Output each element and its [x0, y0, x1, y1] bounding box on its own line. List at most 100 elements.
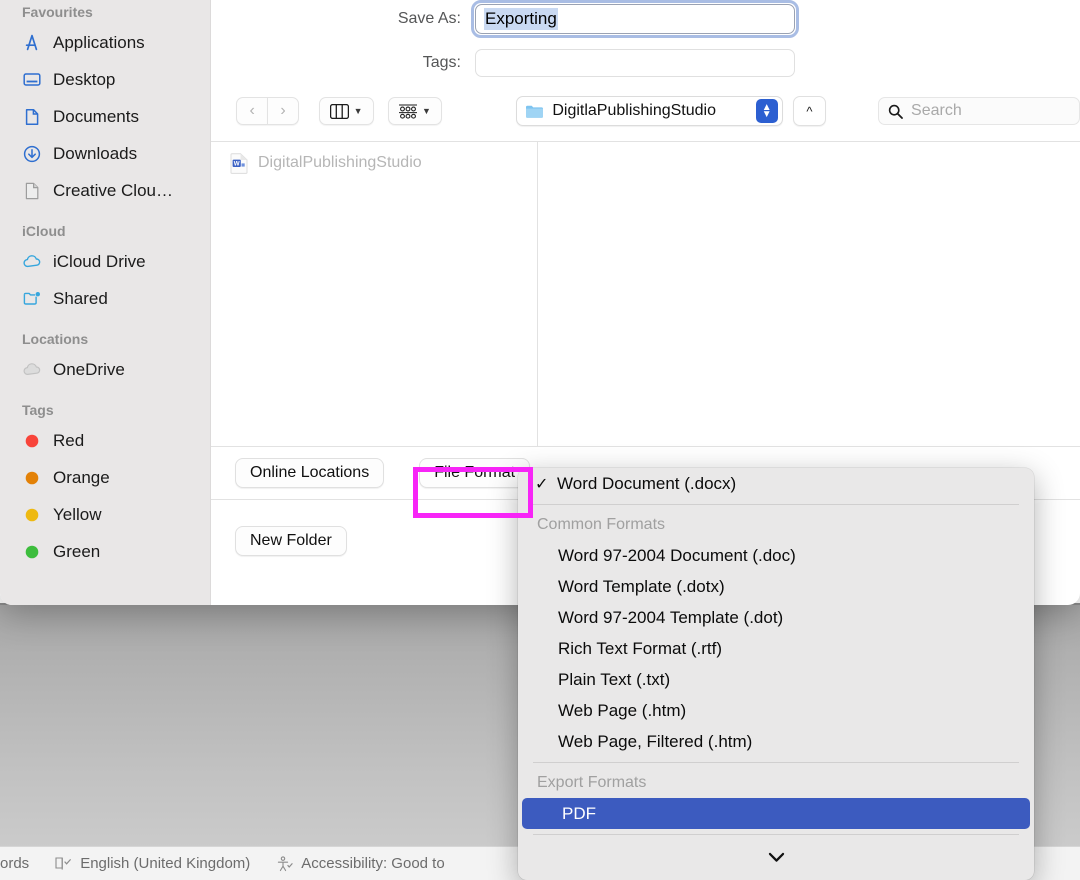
sidebar-item-icloud-drive[interactable]: iCloud Drive — [0, 243, 211, 280]
sidebar-item-shared[interactable]: Shared — [0, 280, 211, 317]
folder-icon — [525, 103, 544, 119]
sidebar-item-green[interactable]: Green — [0, 533, 211, 570]
sidebar-item-applications[interactable]: Applications — [0, 24, 211, 61]
menu-item-label: Web Page (.htm) — [558, 700, 687, 720]
menu-item-plain-text-txt[interactable]: Plain Text (.txt) — [518, 664, 1034, 695]
accessibility-label: Accessibility: Good to — [301, 855, 445, 872]
path-name: DigitlaPublishingStudio — [552, 102, 716, 119]
sidebar-section-locations: Locations — [22, 331, 89, 347]
language-label: English (United Kingdom) — [80, 855, 251, 872]
sidebar-item-label: Yellow — [53, 504, 102, 524]
menu-item-label: Word Document (.docx) — [557, 473, 737, 493]
save-as-value: Exporting — [484, 8, 558, 30]
tag-dot-icon — [22, 505, 42, 525]
sidebar-item-downloads[interactable]: Downloads — [0, 135, 211, 172]
menu-item-label: Web Page, Filtered (.htm) — [558, 731, 753, 751]
file-icon — [22, 181, 42, 201]
sidebar-item-onedrive[interactable]: OneDrive — [0, 351, 211, 388]
menu-group-header: Export Formats — [537, 774, 647, 791]
desktop-icon — [22, 70, 42, 90]
sidebar-item-orange[interactable]: Orange — [0, 459, 211, 496]
tags-row: Tags: — [210, 44, 1080, 82]
sidebar-item-label: Green — [53, 541, 101, 561]
chevron-up-icon: ^ — [806, 103, 813, 119]
status-accessibility[interactable]: Accessibility: Good to — [263, 855, 457, 872]
word-document-icon: W — [230, 152, 248, 174]
sidebar-item-red[interactable]: Red — [0, 422, 211, 459]
path-popup-button[interactable]: DigitlaPublishingStudio ▲ ▼ — [516, 96, 783, 126]
sidebar: Favourites Applications Desktop Documents Do… — [0, 0, 211, 605]
tag-dot-icon — [22, 431, 42, 451]
group-by-button[interactable]: ▼ — [387, 97, 443, 125]
save-as-label: Save As: — [397, 10, 461, 27]
back-button[interactable]: ‹ — [236, 97, 268, 125]
browser-column-2[interactable] — [538, 142, 1080, 446]
dialog-fields: Save As: Exporting Tags: — [210, 0, 1080, 80]
word-count-label: ords — [0, 855, 30, 872]
downloads-icon — [22, 144, 42, 164]
collapse-button[interactable]: ^ — [792, 96, 827, 126]
documents-icon — [22, 107, 42, 127]
sidebar-section-icloud: iCloud — [22, 223, 66, 239]
file-format-button[interactable]: File Format — [419, 458, 531, 488]
sidebar-item-creative-clou[interactable]: Creative Clou… — [0, 172, 211, 209]
applications-icon — [22, 33, 42, 53]
sidebar-item-label: Shared — [53, 288, 108, 308]
sidebar-item-label: Applications — [53, 32, 145, 52]
menu-item-word-97-2004-document-doc[interactable]: Word 97-2004 Document (.doc) — [518, 540, 1034, 571]
menu-separator — [533, 762, 1019, 763]
tags-input[interactable] — [475, 49, 795, 77]
tag-dot-icon — [22, 468, 42, 488]
menu-separator — [533, 834, 1019, 835]
menu-scroll-down-arrow[interactable] — [518, 840, 1034, 874]
new-folder-button[interactable]: New Folder — [235, 525, 347, 556]
checkmark-icon: ✓ — [535, 475, 549, 493]
save-as-input-wrap: Exporting — [471, 0, 799, 38]
list-item[interactable]: W DigitalPublishingStudio — [210, 148, 537, 178]
menu-item-label: Plain Text (.txt) — [558, 669, 671, 689]
browser-column-1[interactable]: W DigitalPublishingStudio — [210, 142, 538, 446]
menu-item-word-97-2004-template-dot[interactable]: Word 97-2004 Template (.dot) — [518, 602, 1034, 633]
search-icon — [888, 104, 903, 119]
file-name: DigitalPublishingStudio — [258, 154, 422, 171]
sidebar-item-yellow[interactable]: Yellow — [0, 496, 211, 533]
status-word-count[interactable]: ords — [0, 855, 42, 872]
forward-button[interactable]: › — [267, 97, 299, 125]
sidebar-item-label: Creative Clou… — [53, 180, 173, 200]
view-mode-button[interactable]: ▼ — [318, 97, 374, 125]
search-placeholder: Search — [911, 102, 962, 119]
menu-item-label: Word 97-2004 Document (.doc) — [558, 545, 796, 565]
menu-item-rich-text-format-rtf[interactable]: Rich Text Format (.rtf) — [518, 633, 1034, 664]
menu-item-word-document-docx[interactable]: ✓ Word Document (.docx) — [518, 468, 1034, 499]
menu-item-web-page-htm[interactable]: Web Page (.htm) — [518, 695, 1034, 726]
sidebar-item-label: Desktop — [53, 69, 116, 89]
dialog-toolbar: ‹ › ▼ ▼ DigitlaPublishingStudio ▲ ▼ ^ Se… — [210, 82, 1080, 140]
menu-item-word-template-dotx[interactable]: Word Template (.dotx) — [518, 571, 1034, 602]
status-language[interactable]: English (United Kingdom) — [42, 855, 263, 872]
menu-item-web-page-filtered-htm[interactable]: Web Page, Filtered (.htm) — [518, 726, 1034, 757]
save-as-row: Save As: Exporting — [210, 0, 1080, 38]
menu-item-pdf[interactable]: PDF — [522, 798, 1030, 829]
sidebar-section-tags: Tags — [22, 402, 54, 418]
sidebar-item-documents[interactable]: Documents — [0, 98, 211, 135]
online-locations-button[interactable]: Online Locations — [235, 458, 385, 488]
menu-group-header: Common Formats — [537, 516, 666, 533]
chevron-down-icon: ▼ — [353, 106, 363, 116]
sidebar-item-label: Documents — [53, 106, 139, 126]
sidebar-item-label: Downloads — [53, 143, 138, 163]
menu-item-label: Word 97-2004 Template (.dot) — [558, 607, 784, 627]
search-input[interactable]: Search — [878, 97, 1080, 125]
menu-separator — [533, 504, 1019, 505]
column-view-icon — [329, 103, 349, 119]
menu-item-label: Word Template (.dotx) — [558, 576, 725, 596]
path-stepper-icon[interactable]: ▲ ▼ — [755, 99, 778, 123]
chevron-right-icon: › — [280, 102, 286, 119]
menu-item-label: Rich Text Format (.rtf) — [558, 638, 723, 658]
sidebar-item-desktop[interactable]: Desktop — [0, 61, 211, 98]
group-icon — [398, 104, 417, 119]
cloud-grey-icon — [22, 360, 42, 380]
file-browser: W DigitalPublishingStudio — [210, 141, 1080, 446]
save-as-input[interactable]: Exporting — [475, 4, 795, 34]
tags-label: Tags: — [422, 54, 461, 71]
sidebar-section-favourites: Favourites — [22, 4, 93, 20]
